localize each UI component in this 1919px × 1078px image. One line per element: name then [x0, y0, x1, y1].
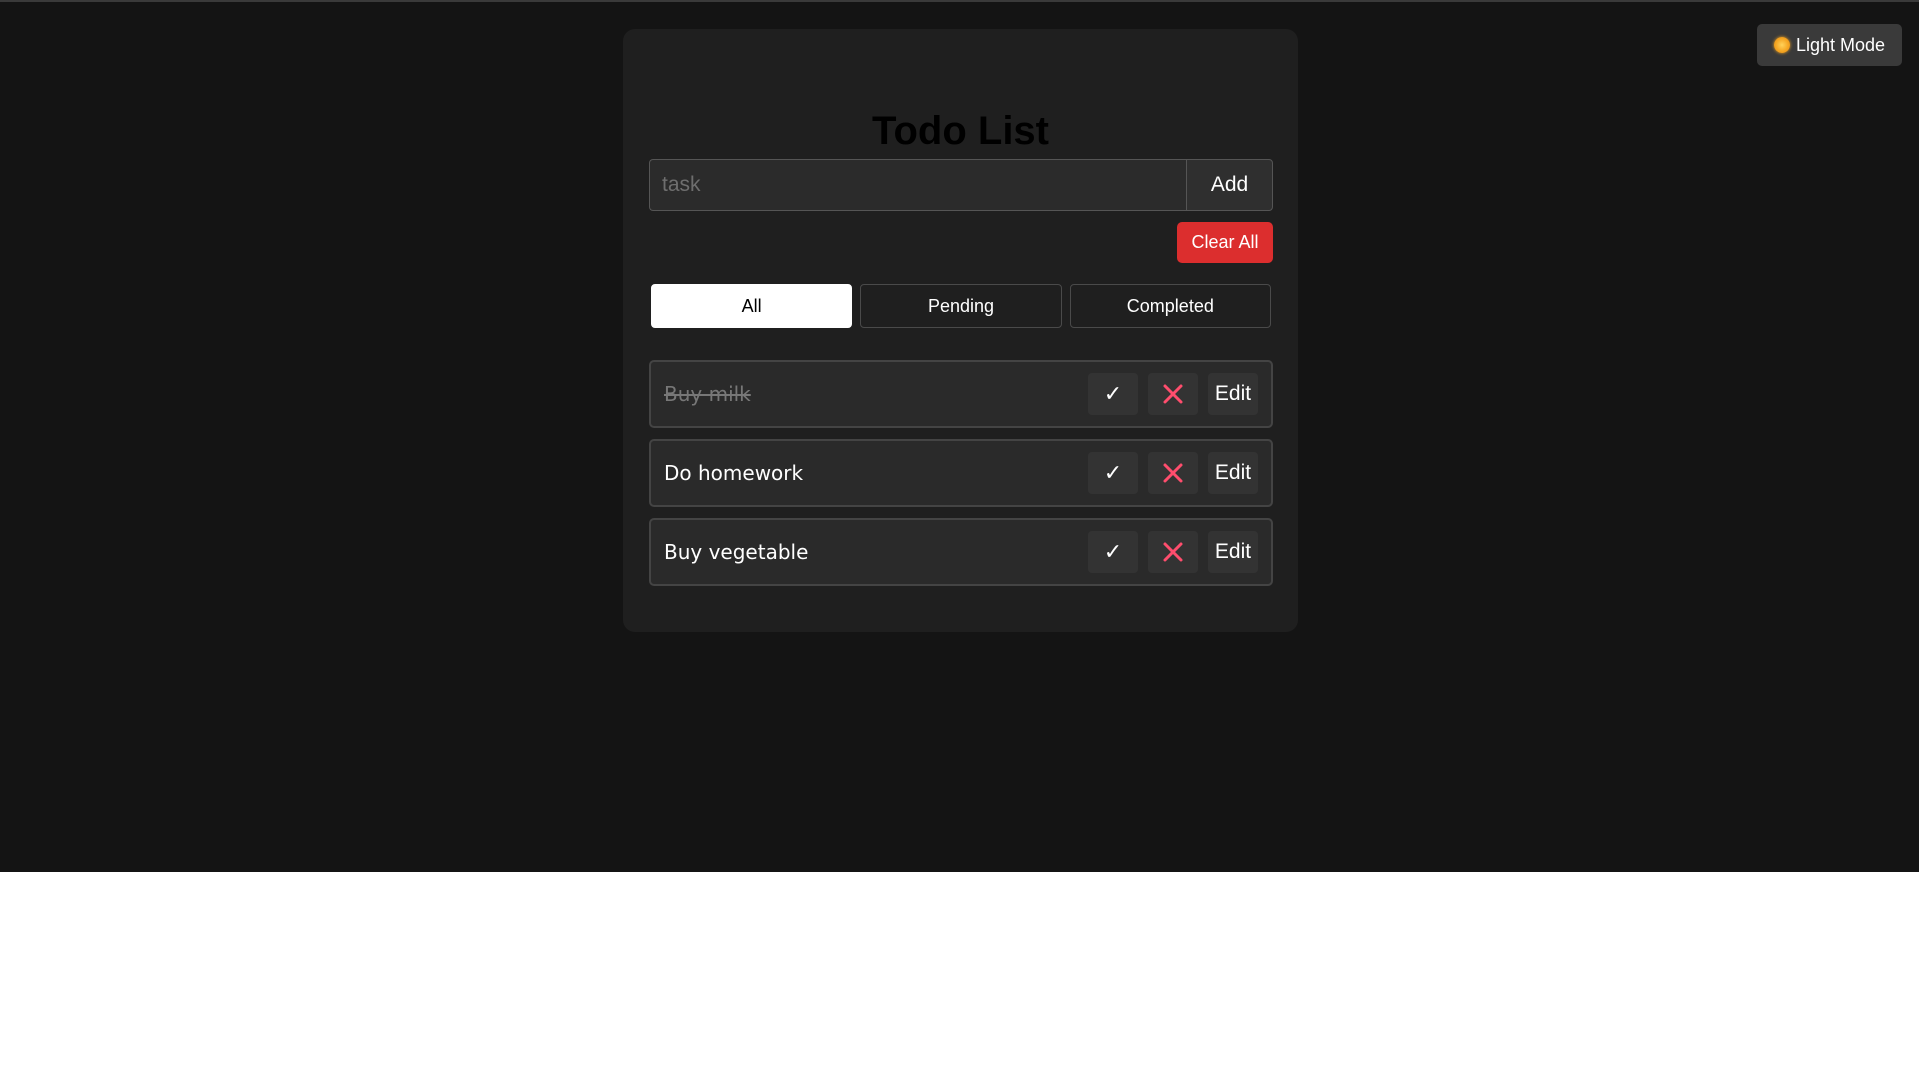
todo-text: Buy milk [664, 382, 751, 406]
add-button[interactable]: Add [1186, 159, 1273, 211]
filter-completed-tab[interactable]: Completed [1069, 284, 1271, 328]
filter-all-tab[interactable]: All [651, 284, 853, 328]
todo-text: Buy vegetable [664, 540, 809, 564]
theme-toggle-button[interactable]: Light Mode [1757, 24, 1902, 66]
complete-button[interactable]: ✓ [1088, 373, 1138, 415]
close-icon [1163, 463, 1183, 483]
check-icon: ✓ [1103, 539, 1123, 565]
close-icon [1163, 384, 1183, 404]
task-input-row: Add [649, 159, 1273, 211]
edit-button[interactable]: Edit [1208, 531, 1258, 573]
delete-button[interactable] [1148, 531, 1198, 573]
todo-actions: ✓ Edit [1088, 452, 1258, 494]
edit-button[interactable]: Edit [1208, 452, 1258, 494]
theme-toggle-label: Light Mode [1795, 34, 1886, 55]
complete-button[interactable]: ✓ [1088, 452, 1138, 494]
clear-all-button[interactable]: Clear All [1177, 222, 1273, 263]
check-icon: ✓ [1103, 460, 1123, 486]
todo-actions: ✓ Edit [1088, 373, 1258, 415]
edit-button[interactable]: Edit [1208, 373, 1258, 415]
filter-pending-tab[interactable]: Pending [860, 284, 1062, 328]
app-viewport: Light Mode Todo List Add Clear All All P… [0, 0, 1919, 872]
sun-icon [1773, 37, 1790, 53]
delete-button[interactable] [1148, 452, 1198, 494]
delete-button[interactable] [1148, 373, 1198, 415]
close-icon [1163, 542, 1183, 562]
check-icon: ✓ [1103, 381, 1123, 407]
todo-card: Todo List Add Clear All All Pending Comp… [623, 29, 1298, 632]
todo-item: Buy vegetable ✓ Edit [649, 518, 1273, 586]
todo-list: Buy milk ✓ Edit Do homework ✓ Edit Buy v… [649, 360, 1273, 597]
page-title: Todo List [872, 109, 1049, 153]
todo-item: Buy milk ✓ Edit [649, 360, 1273, 428]
todo-text: Do homework [664, 461, 804, 485]
complete-button[interactable]: ✓ [1088, 531, 1138, 573]
filter-tabs: All Pending Completed [651, 284, 1271, 329]
todo-item: Do homework ✓ Edit [649, 439, 1273, 507]
task-input[interactable] [649, 159, 1186, 211]
todo-actions: ✓ Edit [1088, 531, 1258, 573]
